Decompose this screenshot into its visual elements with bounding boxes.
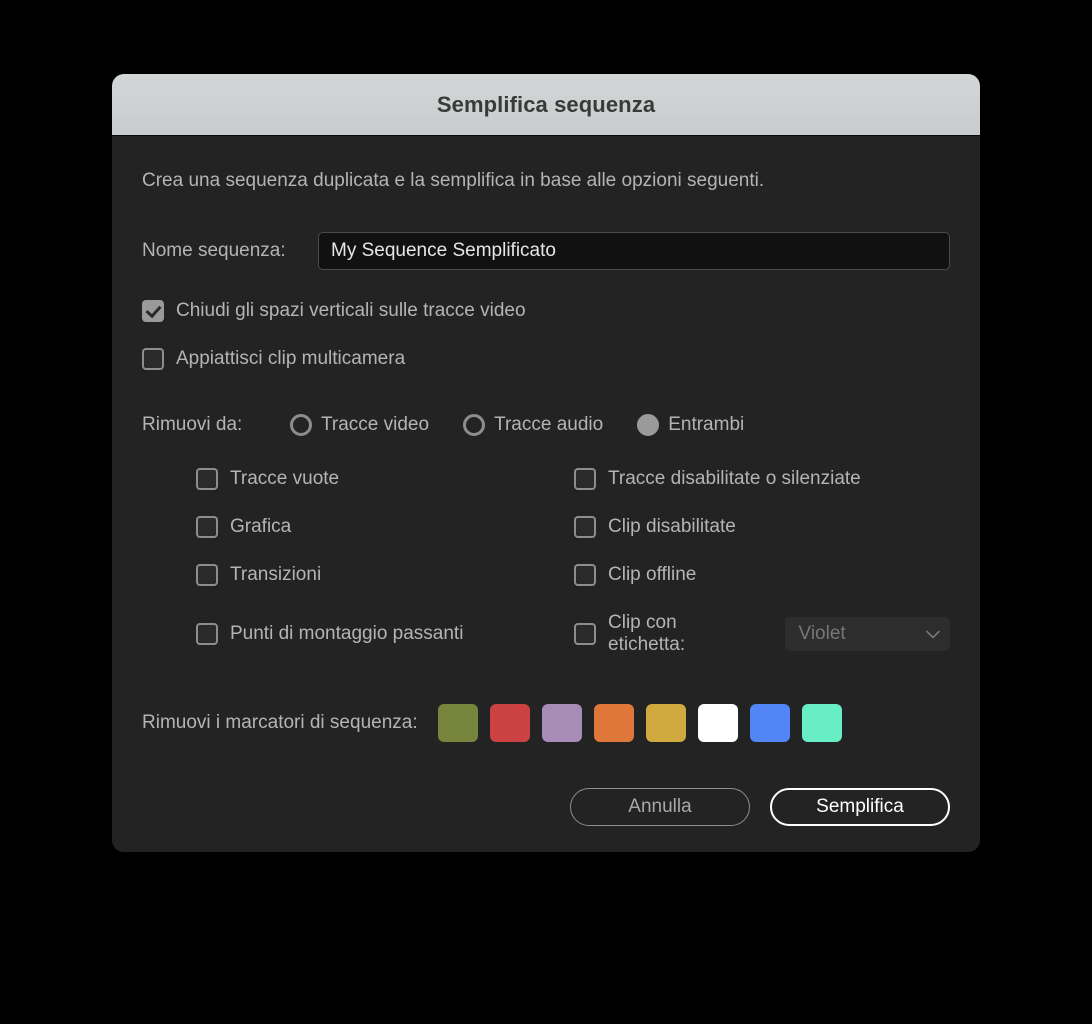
dialog-footer: Annulla Semplifica — [142, 788, 950, 826]
checkbox-label: Clip offline — [608, 564, 697, 585]
checkbox-indicator-unchecked[interactable] — [574, 516, 596, 538]
marker-swatch-red[interactable] — [489, 704, 530, 742]
cancel-button[interactable]: Annulla — [570, 788, 750, 826]
sequence-markers-row: Rimuovi i marcatori di sequenza: — [142, 704, 950, 742]
checkbox-label: Tracce disabilitate o silenziate — [608, 468, 861, 489]
marker-swatch-mint[interactable] — [801, 704, 842, 742]
checkbox-clips-with-label[interactable]: Clip con etichetta: Violet — [574, 612, 950, 656]
marker-swatch-white[interactable] — [697, 704, 738, 742]
checkbox-indicator-unchecked[interactable] — [196, 468, 218, 490]
checkbox-indicator-checked[interactable] — [142, 300, 164, 322]
checkbox-empty-tracks[interactable]: Tracce vuote — [196, 468, 574, 490]
radio-label: Tracce audio — [494, 414, 604, 435]
marker-swatch-olive[interactable] — [437, 704, 478, 742]
top-options-group: Chiudi gli spazi verticali sulle tracce … — [142, 300, 950, 370]
label-color-select-value: Violet — [798, 623, 846, 644]
simplify-sequence-dialog: Semplifica sequenza Crea una sequenza du… — [112, 74, 980, 852]
checkbox-label: Grafica — [230, 516, 292, 537]
checkbox-flatten-multicam[interactable]: Appiattisci clip multicamera — [142, 348, 950, 370]
simplify-button[interactable]: Semplifica — [770, 788, 950, 826]
checkbox-transitions[interactable]: Transizioni — [196, 564, 574, 586]
checkbox-label: Tracce vuote — [230, 468, 340, 489]
screen: Semplifica sequenza Crea una sequenza du… — [0, 0, 1092, 1024]
checkbox-label: Transizioni — [230, 564, 322, 585]
radio-indicator-unselected[interactable] — [463, 414, 486, 436]
checkbox-indicator-unchecked[interactable] — [142, 348, 164, 370]
checkbox-indicator-unchecked[interactable] — [574, 623, 596, 645]
marker-swatch-list — [437, 704, 842, 742]
checkbox-indicator-unchecked[interactable] — [574, 468, 596, 490]
dialog-body: Crea una sequenza duplicata e la semplif… — [112, 136, 980, 852]
sequence-name-label: Nome sequenza: — [142, 240, 286, 261]
radio-video-tracks[interactable]: Tracce video — [290, 414, 429, 436]
checkbox-label: Punti di montaggio passanti — [230, 623, 464, 644]
radio-label: Entrambi — [668, 414, 745, 435]
radio-indicator-unselected[interactable] — [290, 414, 312, 436]
sequence-markers-label: Rimuovi i marcatori di sequenza: — [142, 712, 418, 733]
marker-swatch-blue[interactable] — [749, 704, 790, 742]
checkbox-indicator-unchecked[interactable] — [196, 623, 218, 645]
checkbox-label: Appiattisci clip multicamera — [176, 348, 406, 369]
checkbox-disabled-or-muted-tracks[interactable]: Tracce disabilitate o silenziate — [574, 468, 950, 490]
remove-from-row: Rimuovi da: Tracce video Tracce audio En… — [142, 414, 950, 436]
marker-swatch-gold[interactable] — [645, 704, 686, 742]
checkbox-offline-clips[interactable]: Clip offline — [574, 564, 950, 586]
remove-from-label: Rimuovi da: — [142, 414, 243, 435]
checkbox-disabled-clips[interactable]: Clip disabilitate — [574, 516, 950, 538]
radio-audio-tracks[interactable]: Tracce audio — [463, 414, 603, 436]
checkbox-label: Clip con etichetta: — [608, 612, 686, 655]
checkbox-indicator-unchecked[interactable] — [196, 564, 218, 586]
remove-from-options: Tracce video Tracce audio Entrambi — [290, 414, 744, 436]
marker-swatch-orange[interactable] — [593, 704, 634, 742]
radio-label: Tracce video — [321, 414, 430, 435]
checkbox-close-vertical-gaps[interactable]: Chiudi gli spazi verticali sulle tracce … — [142, 300, 950, 322]
checkbox-indicator-unchecked[interactable] — [574, 564, 596, 586]
sequence-name-row: Nome sequenza: — [142, 232, 950, 270]
marker-swatch-violet[interactable] — [541, 704, 582, 742]
dialog-title: Semplifica sequenza — [436, 91, 656, 117]
label-color-select[interactable]: Violet — [784, 617, 950, 651]
checkbox-label: Chiudi gli spazi verticali sulle tracce … — [176, 300, 526, 321]
dialog-titlebar: Semplifica sequenza — [112, 74, 980, 136]
chevron-down-icon — [926, 630, 940, 639]
checkbox-graphics[interactable]: Grafica — [196, 516, 574, 538]
checkbox-through-edits[interactable]: Punti di montaggio passanti — [196, 612, 574, 656]
remove-items-grid: Tracce vuote Tracce disabilitate o silen… — [142, 468, 950, 656]
radio-both[interactable]: Entrambi — [637, 414, 744, 436]
radio-indicator-selected[interactable] — [637, 414, 660, 436]
sequence-name-input[interactable] — [318, 232, 950, 270]
checkbox-label: Clip disabilitate — [608, 516, 736, 537]
dialog-description: Crea una sequenza duplicata e la semplif… — [142, 170, 765, 191]
checkbox-indicator-unchecked[interactable] — [196, 516, 218, 538]
